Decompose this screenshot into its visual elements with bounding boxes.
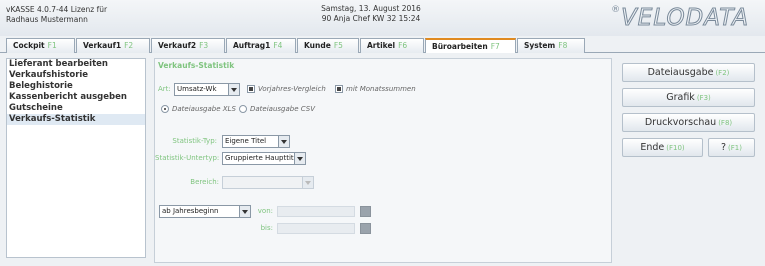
art-select-value: Umsatz-Wk: [177, 85, 217, 93]
tab-label: Cockpit: [13, 41, 45, 50]
tab-label: Artikel: [367, 41, 396, 50]
csv-label: Dateiausgabe CSV: [250, 105, 316, 113]
period-select-value: ab Jahresbeginn: [162, 207, 219, 215]
monatssummen-label: mit Monatssummen: [346, 85, 416, 93]
license-line-1: vKASSE 4.0.7-44 Lizenz für: [6, 5, 108, 14]
button-label: Grafik: [666, 92, 695, 103]
logo-text: VELODATA: [621, 5, 749, 32]
monatssummen-checkbox[interactable]: [335, 85, 343, 93]
xls-label: Dateiausgabe XLS: [172, 105, 236, 113]
untertyp-label: Statistik-Untertyp:: [155, 154, 220, 162]
tab-label: Verkauf2: [158, 41, 197, 50]
tab-hotkey: F8: [558, 41, 568, 50]
tab-system[interactable]: System F8: [517, 38, 585, 53]
vorjahres-label: Vorjahres-Vergleich: [258, 85, 326, 93]
license-info: vKASSE 4.0.7-44 Lizenz für Radhaus Muste…: [6, 5, 107, 25]
period-select[interactable]: ab Jahresbeginn: [159, 205, 251, 218]
von-date-field[interactable]: [277, 206, 355, 217]
tab-cockpit[interactable]: Cockpit F1: [6, 38, 75, 53]
button-hotkey: (F10): [666, 144, 685, 152]
grafik-button[interactable]: Grafik (F3): [622, 88, 755, 107]
bis-date-field[interactable]: [277, 223, 355, 234]
button-label: Ende: [640, 142, 665, 153]
vorjahres-checkbox[interactable]: [247, 85, 255, 93]
list-item-verkaufshistorie[interactable]: Verkaufshistorie: [7, 70, 145, 81]
button-hotkey: (F1): [728, 144, 742, 152]
button-hotkey: (F3): [696, 94, 711, 102]
velodata-logo: ®VELODATA: [611, 5, 749, 32]
xls-radio[interactable]: [161, 105, 169, 113]
list-item-lieferant[interactable]: Lieferant bearbeiten: [7, 59, 145, 70]
bis-calendar-icon[interactable]: [360, 223, 371, 234]
tab-label: Büroarbeiten: [432, 42, 488, 51]
list-item-kassenbericht[interactable]: Kassenbericht ausgeben: [7, 92, 145, 103]
license-line-2: Radhaus Mustermann: [6, 15, 88, 24]
tab-auftrag1[interactable]: Auftrag1 F4: [226, 38, 296, 53]
tab-hotkey: F3: [199, 41, 209, 50]
date-line: Samstag, 13. August 2016: [321, 4, 421, 13]
tab-verkauf2[interactable]: Verkauf2 F3: [151, 38, 225, 53]
tab-hotkey: F5: [333, 41, 343, 50]
button-label: Druckvorschau: [644, 117, 717, 128]
tab-bueroarbeiten[interactable]: Büroarbeiten F7: [425, 38, 516, 53]
tab-hotkey: F4: [273, 41, 283, 50]
function-list: Lieferant bearbeiten Verkaufshistorie Be…: [6, 58, 146, 258]
button-hotkey: (F8): [718, 119, 733, 127]
list-item-verkaufs-statistik[interactable]: Verkaufs-Statistik: [7, 114, 145, 125]
tab-label: Auftrag1: [233, 41, 271, 50]
list-item-gutscheine[interactable]: Gutscheine: [7, 103, 145, 114]
csv-radio[interactable]: [239, 105, 247, 113]
ende-button[interactable]: Ende (F10): [622, 138, 703, 157]
typ-select-value: Eigene Titel: [225, 137, 267, 145]
main-tab-bar: Cockpit F1 Verkauf1 F2 Verkauf2 F3 Auftrag1…: [0, 36, 765, 53]
druckvorschau-button[interactable]: Druckvorschau (F8): [622, 113, 755, 132]
help-button[interactable]: ? (F1): [708, 138, 755, 157]
art-label: Art:: [158, 85, 171, 93]
bereich-select[interactable]: [222, 176, 314, 189]
tab-hotkey: F6: [398, 41, 408, 50]
app-header: vKASSE 4.0.7-44 Lizenz für Radhaus Muste…: [0, 0, 765, 36]
chevron-down-icon: [278, 136, 289, 147]
list-item-beleghistorie[interactable]: Beleghistorie: [7, 81, 145, 92]
tab-label: System: [524, 41, 556, 50]
button-hotkey: (F2): [715, 69, 730, 77]
panel-title: Verkaufs-Statistik: [158, 61, 235, 70]
art-select[interactable]: Umsatz-Wk: [174, 83, 240, 96]
chevron-down-icon: [228, 84, 239, 95]
typ-label: Statistik-Typ:: [172, 137, 217, 145]
dateiausgabe-button[interactable]: Dateiausgabe (F2): [622, 63, 755, 82]
tab-kunde[interactable]: Kunde F5: [297, 38, 359, 53]
statistik-panel: Verkaufs-Statistik Art: Umsatz-Wk Vorjah…: [154, 58, 612, 263]
user-line: 90 Anja Chef KW 32 15:24: [321, 14, 421, 23]
tab-hotkey: F1: [47, 41, 57, 50]
registered-mark: ®: [611, 5, 622, 15]
bis-label: bis:: [260, 224, 273, 232]
chevron-down-icon: [239, 206, 250, 217]
chevron-down-icon: [302, 177, 313, 188]
tab-hotkey: F2: [124, 41, 134, 50]
tab-hotkey: F7: [490, 42, 500, 51]
button-label: Dateiausgabe: [647, 67, 714, 78]
tab-label: Kunde: [304, 41, 331, 50]
typ-select[interactable]: Eigene Titel: [222, 135, 290, 148]
chevron-down-icon: [294, 153, 305, 164]
untertyp-select-value: Gruppierte Haupttitel: [225, 154, 300, 162]
bereich-label: Bereich:: [190, 178, 219, 186]
untertyp-select[interactable]: Gruppierte Haupttitel: [222, 152, 306, 165]
tab-label: Verkauf1: [83, 41, 122, 50]
date-info: Samstag, 13. August 2016 90 Anja Chef KW…: [296, 4, 446, 24]
von-label: von:: [257, 207, 273, 215]
von-calendar-icon[interactable]: [360, 206, 371, 217]
button-label: ?: [721, 142, 727, 153]
tab-artikel[interactable]: Artikel F6: [360, 38, 424, 53]
tab-verkauf1[interactable]: Verkauf1 F2: [76, 38, 150, 53]
